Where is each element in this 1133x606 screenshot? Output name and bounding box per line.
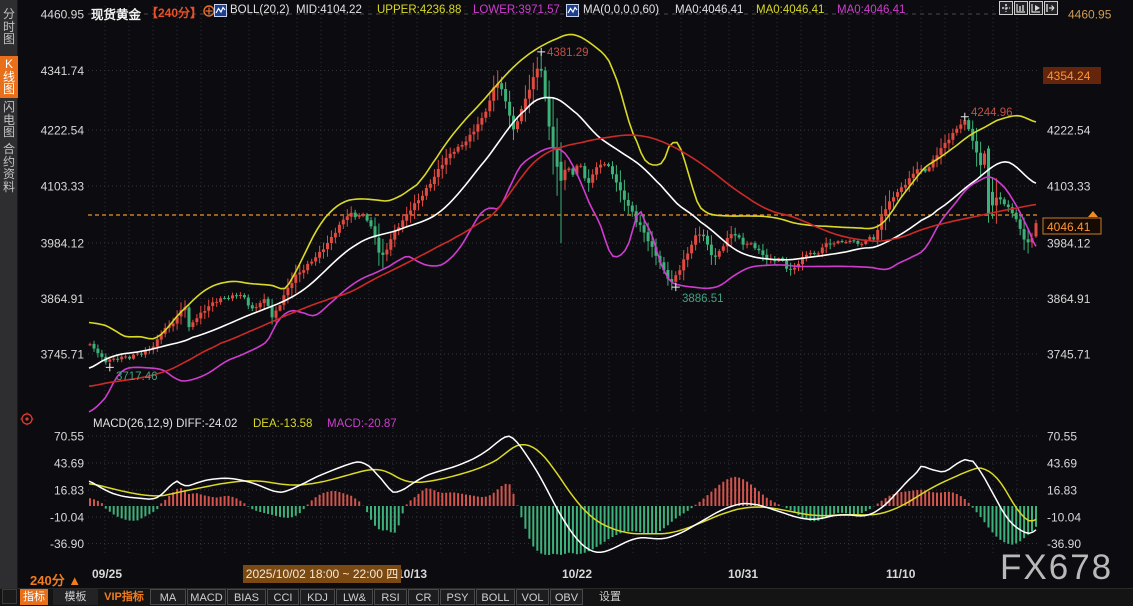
svg-text:70.55: 70.55 — [1047, 430, 1077, 444]
svg-text:MACD:-20.87: MACD:-20.87 — [327, 418, 397, 430]
svg-text:3745.71: 3745.71 — [41, 348, 85, 362]
svg-text:4222.54: 4222.54 — [41, 124, 85, 138]
svg-text:4103.33: 4103.33 — [1047, 180, 1091, 194]
svg-text:DEA:-13.58: DEA:-13.58 — [253, 418, 312, 430]
svg-text:4460.95: 4460.95 — [1068, 8, 1112, 22]
svg-text:43.69: 43.69 — [1047, 457, 1077, 471]
svg-text:3717.46: 3717.46 — [116, 371, 158, 383]
svg-text:16.83: 16.83 — [54, 484, 84, 498]
svg-text:16.83: 16.83 — [1047, 484, 1077, 498]
svg-text:-10.04: -10.04 — [1047, 511, 1081, 525]
svg-text:3864.91: 3864.91 — [41, 292, 85, 306]
svg-text:MACD(26,12,9) DIFF:-24.02: MACD(26,12,9) DIFF:-24.02 — [93, 418, 237, 430]
svg-text:70.55: 70.55 — [54, 430, 84, 444]
svg-text:3886.51: 3886.51 — [682, 293, 724, 305]
svg-text:3984.12: 3984.12 — [41, 237, 85, 251]
svg-text:3984.12: 3984.12 — [1047, 237, 1091, 251]
svg-text:3864.91: 3864.91 — [1047, 292, 1091, 306]
svg-text:4222.54: 4222.54 — [1047, 124, 1091, 138]
svg-text:4354.24: 4354.24 — [1047, 69, 1091, 83]
svg-text:4381.29: 4381.29 — [547, 47, 589, 59]
svg-text:4046.41: 4046.41 — [1047, 220, 1091, 234]
svg-text:4103.33: 4103.33 — [41, 180, 85, 194]
svg-text:43.69: 43.69 — [54, 457, 84, 471]
svg-text:-36.90: -36.90 — [50, 537, 84, 551]
svg-text:3745.71: 3745.71 — [1047, 348, 1091, 362]
svg-text:-10.04: -10.04 — [50, 511, 84, 525]
svg-text:4460.95: 4460.95 — [41, 8, 85, 22]
svg-text:4244.96: 4244.96 — [971, 107, 1013, 119]
svg-text:4341.74: 4341.74 — [41, 64, 85, 78]
